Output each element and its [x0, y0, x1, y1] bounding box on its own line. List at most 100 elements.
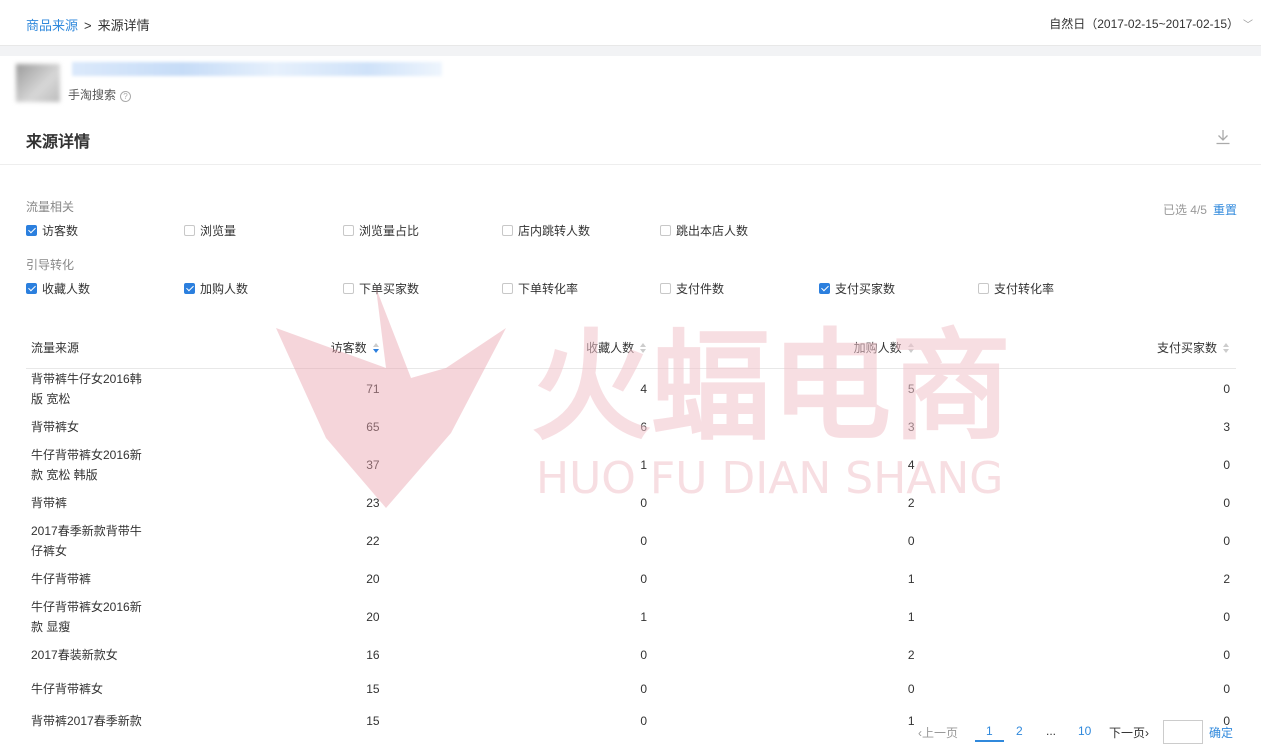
- cart-cell-value: 2: [907, 647, 915, 662]
- cart-cell-value: 4: [907, 457, 915, 472]
- date-range-selector[interactable]: 自然日（2017-02-15~2017-02-15） ﹀: [1049, 15, 1253, 32]
- option-visitors[interactable]: 访客数: [26, 222, 78, 239]
- prev-label: 上一页: [922, 726, 959, 740]
- visitors-cell: 15: [166, 705, 386, 737]
- download-icon[interactable]: [1215, 129, 1231, 145]
- checkbox[interactable]: [978, 283, 989, 294]
- prev-page-button[interactable]: ‹上一页: [918, 724, 958, 741]
- option-order-buyers[interactable]: 下单买家数: [343, 280, 419, 297]
- visitors-cell-value: 22: [366, 533, 380, 548]
- cart-cell-value: 1: [907, 571, 915, 586]
- option-pay-rate[interactable]: 支付转化率: [978, 280, 1054, 297]
- option-label: 店内跳转人数: [518, 224, 591, 238]
- sort-icon[interactable]: [907, 343, 915, 354]
- checkbox[interactable]: [660, 283, 671, 294]
- sort-icon[interactable]: [372, 343, 380, 354]
- checkbox[interactable]: [502, 283, 513, 294]
- option-label: 跳出本店人数: [676, 224, 749, 238]
- favorites-cell: 0: [386, 561, 654, 597]
- section-divider: [0, 164, 1261, 165]
- visitors-cell-value: 16: [366, 647, 380, 662]
- option-favorites[interactable]: 收藏人数: [26, 280, 90, 297]
- buyers-cell: 0: [921, 368, 1236, 409]
- checkbox[interactable]: [184, 225, 195, 236]
- checkbox[interactable]: [343, 283, 354, 294]
- buyers-cell-value: 2: [1223, 571, 1230, 586]
- option-add-to-cart[interactable]: 加购人数: [184, 280, 248, 297]
- source-cell: 2017春装新款女: [26, 637, 166, 673]
- question-icon[interactable]: ?: [120, 91, 132, 102]
- table-row: 背带裤牛仔女2016韩版 宽松 71 4 5 0: [26, 368, 1236, 409]
- option-label: 浏览量占比: [359, 224, 420, 238]
- favorites-cell: 0: [386, 521, 654, 561]
- checkbox[interactable]: [184, 283, 195, 294]
- visitors-cell: 20: [166, 561, 386, 597]
- source-cell: 牛仔背带裤女2016新款 显瘦: [26, 597, 166, 637]
- visitors-cell-value: 20: [366, 609, 380, 624]
- source-cell-value: 牛仔背带裤女2016新款 宽松 韩版: [31, 447, 142, 482]
- header-gap: [0, 46, 1261, 56]
- favorites-cell-value: 0: [640, 681, 648, 696]
- buyers-cell-value: 0: [1223, 381, 1230, 396]
- col-header-visitors[interactable]: 访客数: [166, 328, 386, 369]
- visitors-cell-value: 20: [366, 571, 380, 586]
- buyers-cell-value: 0: [1223, 457, 1230, 472]
- option-paid-buyers[interactable]: 支付买家数: [819, 280, 895, 297]
- table-row: 2017春装新款女 16 0 2 0: [26, 637, 1236, 673]
- option-bounce-out[interactable]: 跳出本店人数: [660, 222, 748, 239]
- cart-cell: 1: [653, 597, 921, 637]
- checkbox[interactable]: [343, 225, 354, 236]
- sort-icon[interactable]: [640, 343, 647, 354]
- section-title: 来源详情: [26, 134, 91, 151]
- col-header-label: 支付买家数: [1156, 341, 1217, 356]
- checkbox[interactable]: [26, 283, 37, 294]
- visitors-cell: 16: [166, 637, 386, 673]
- top-bar: 商品来源 > 来源详情 自然日（2017-02-15~2017-02-15） ﹀: [0, 0, 1261, 46]
- option-label: 加购人数: [200, 282, 249, 296]
- col-header-source: 流量来源: [26, 328, 166, 369]
- traffic-options: 访客数 浏览量 浏览量占比 店内跳转人数 跳出本店人数: [26, 222, 1246, 238]
- checkbox[interactable]: [819, 283, 830, 294]
- favorites-cell-value: 4: [640, 381, 648, 396]
- table-row: 牛仔背带裤女 15 0 0 0: [26, 673, 1236, 705]
- buyers-cell-value: 0: [1223, 609, 1230, 624]
- source-cell-value: 牛仔背带裤: [31, 571, 92, 586]
- source-cell-value: 背带裤2017春季新款: [31, 713, 142, 728]
- visitors-cell-value: 23: [366, 495, 380, 510]
- option-order-rate[interactable]: 下单转化率: [502, 280, 578, 297]
- option-paid-items[interactable]: 支付件数: [660, 280, 724, 297]
- source-cell: 背带裤牛仔女2016韩版 宽松: [26, 368, 166, 409]
- checkbox[interactable]: [660, 225, 671, 236]
- visitors-cell-value: 71: [366, 381, 380, 396]
- page-2[interactable]: 2: [1016, 724, 1023, 738]
- source-cell-value: 牛仔背带裤女: [31, 681, 104, 696]
- col-header-favorites[interactable]: 收藏人数: [385, 328, 654, 369]
- table-row: 牛仔背带裤 20 0 1 2: [26, 561, 1236, 597]
- col-header-cart[interactable]: 加购人数: [653, 328, 921, 369]
- col-header-buyers[interactable]: 支付买家数: [920, 328, 1236, 369]
- sort-icon[interactable]: [1223, 343, 1230, 354]
- table-row: 背带裤女 65 6 3 3: [26, 409, 1236, 445]
- checkbox[interactable]: [26, 225, 37, 236]
- next-page-button[interactable]: 下一页›: [1109, 724, 1149, 741]
- buyers-cell: 0: [921, 445, 1236, 485]
- page-1[interactable]: 1: [975, 724, 1004, 742]
- page-jump-confirm[interactable]: 确定: [1209, 724, 1233, 741]
- source-cell-value: 2017春季新款背带牛仔裤女: [31, 523, 142, 558]
- option-pageviews[interactable]: 浏览量: [184, 222, 236, 239]
- breadcrumb-parent-link[interactable]: 商品来源: [26, 18, 78, 33]
- col-header-label: 流量来源: [31, 341, 80, 356]
- cart-cell: 1: [653, 705, 921, 737]
- page-ellipsis: ...: [1046, 724, 1057, 738]
- option-in-store-jumps[interactable]: 店内跳转人数: [502, 222, 590, 239]
- reset-link[interactable]: 重置: [1213, 203, 1237, 217]
- visitors-cell: 20: [166, 597, 386, 637]
- page-jump-input[interactable]: [1163, 720, 1203, 744]
- buyers-cell-value: 0: [1223, 533, 1230, 548]
- page-10[interactable]: 10: [1078, 724, 1091, 738]
- favorites-cell-value: 0: [640, 713, 648, 728]
- visitors-cell: 23: [166, 485, 386, 521]
- product-thumbnail: [16, 64, 60, 102]
- checkbox[interactable]: [502, 225, 513, 236]
- option-pageview-share[interactable]: 浏览量占比: [343, 222, 419, 239]
